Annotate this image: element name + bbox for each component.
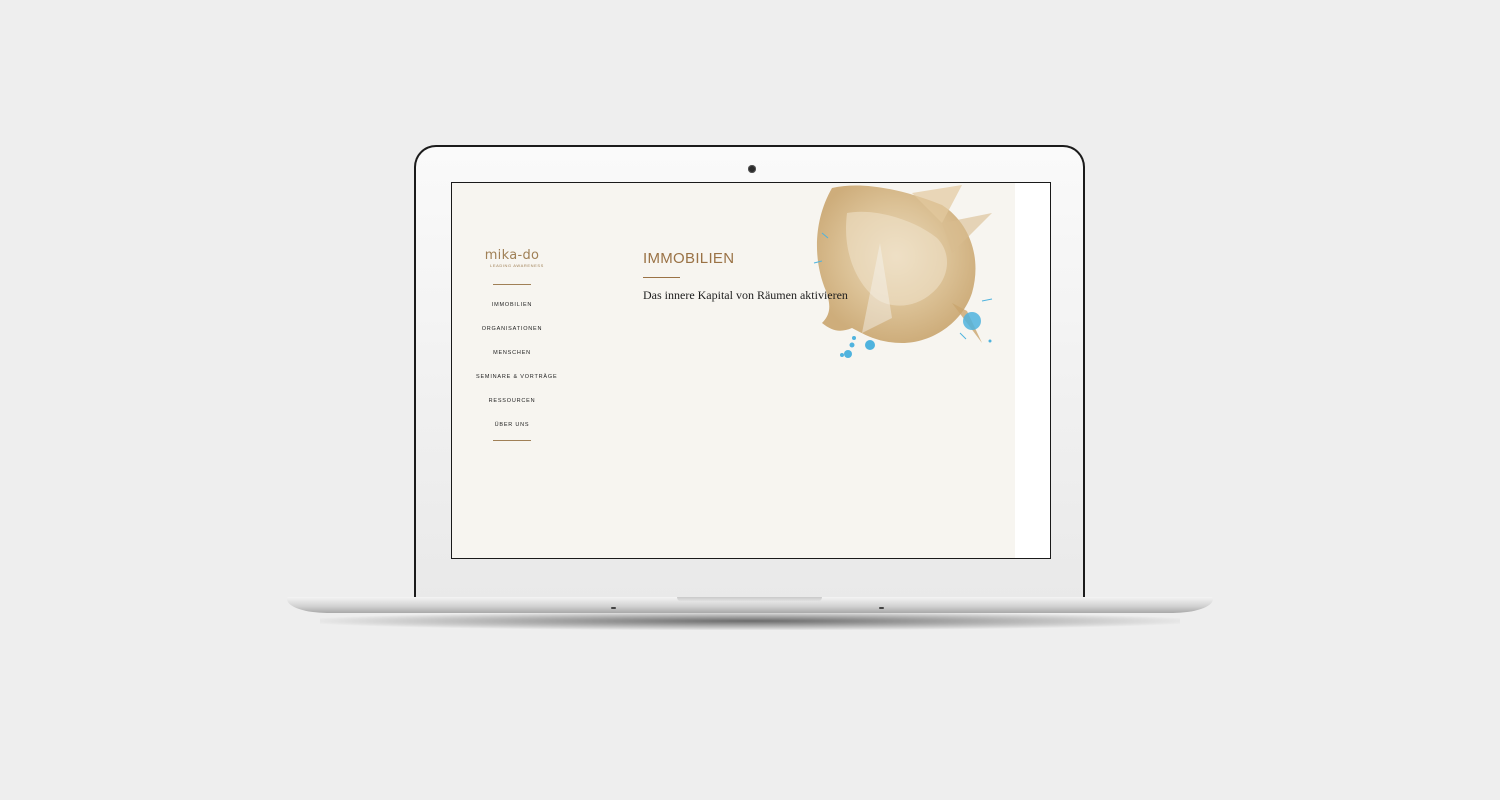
nav-divider-bottom (493, 440, 531, 441)
nav-divider-top (493, 284, 531, 285)
logo-tagline: LEADING AWARENESS (490, 263, 544, 268)
page-subtitle: Das innere Kapital von Räumen aktivieren (643, 288, 848, 302)
sidebar-navigation: mika-do LEADING AWARENESS IMMOBILIEN ORG… (476, 249, 557, 441)
nav-item-organisationen[interactable]: ORGANISATIONEN (476, 317, 548, 341)
main-content: IMMOBILIEN Das innere Kapital von Räumen… (643, 251, 848, 303)
title-divider (643, 277, 680, 278)
webcam-icon (748, 165, 756, 173)
nav-item-immobilien[interactable]: IMMOBILIEN (476, 293, 548, 317)
base-foot-left (611, 607, 616, 609)
website-screen: mika-do LEADING AWARENESS IMMOBILIEN ORG… (451, 182, 1051, 559)
main-menu: IMMOBILIEN ORGANISATIONEN MENSCHEN SEMIN… (476, 293, 557, 437)
nav-item-seminare-vortraege[interactable]: SEMINARE & VORTRÄGE (476, 365, 557, 389)
laptop-base (287, 597, 1213, 613)
nav-item-ueber-uns[interactable]: ÜBER UNS (476, 413, 548, 437)
logo-wordmark[interactable]: mika-do (476, 249, 548, 263)
laptop-shadow (320, 612, 1180, 630)
page-title: IMMOBILIEN (643, 250, 735, 267)
nav-item-ressourcen[interactable]: RESSOURCEN (476, 389, 548, 413)
lid-open-notch (677, 597, 822, 602)
laptop-frame: mika-do LEADING AWARENESS IMMOBILIEN ORG… (414, 145, 1085, 600)
nav-item-menschen[interactable]: MENSCHEN (476, 341, 548, 365)
base-foot-right (879, 607, 884, 609)
